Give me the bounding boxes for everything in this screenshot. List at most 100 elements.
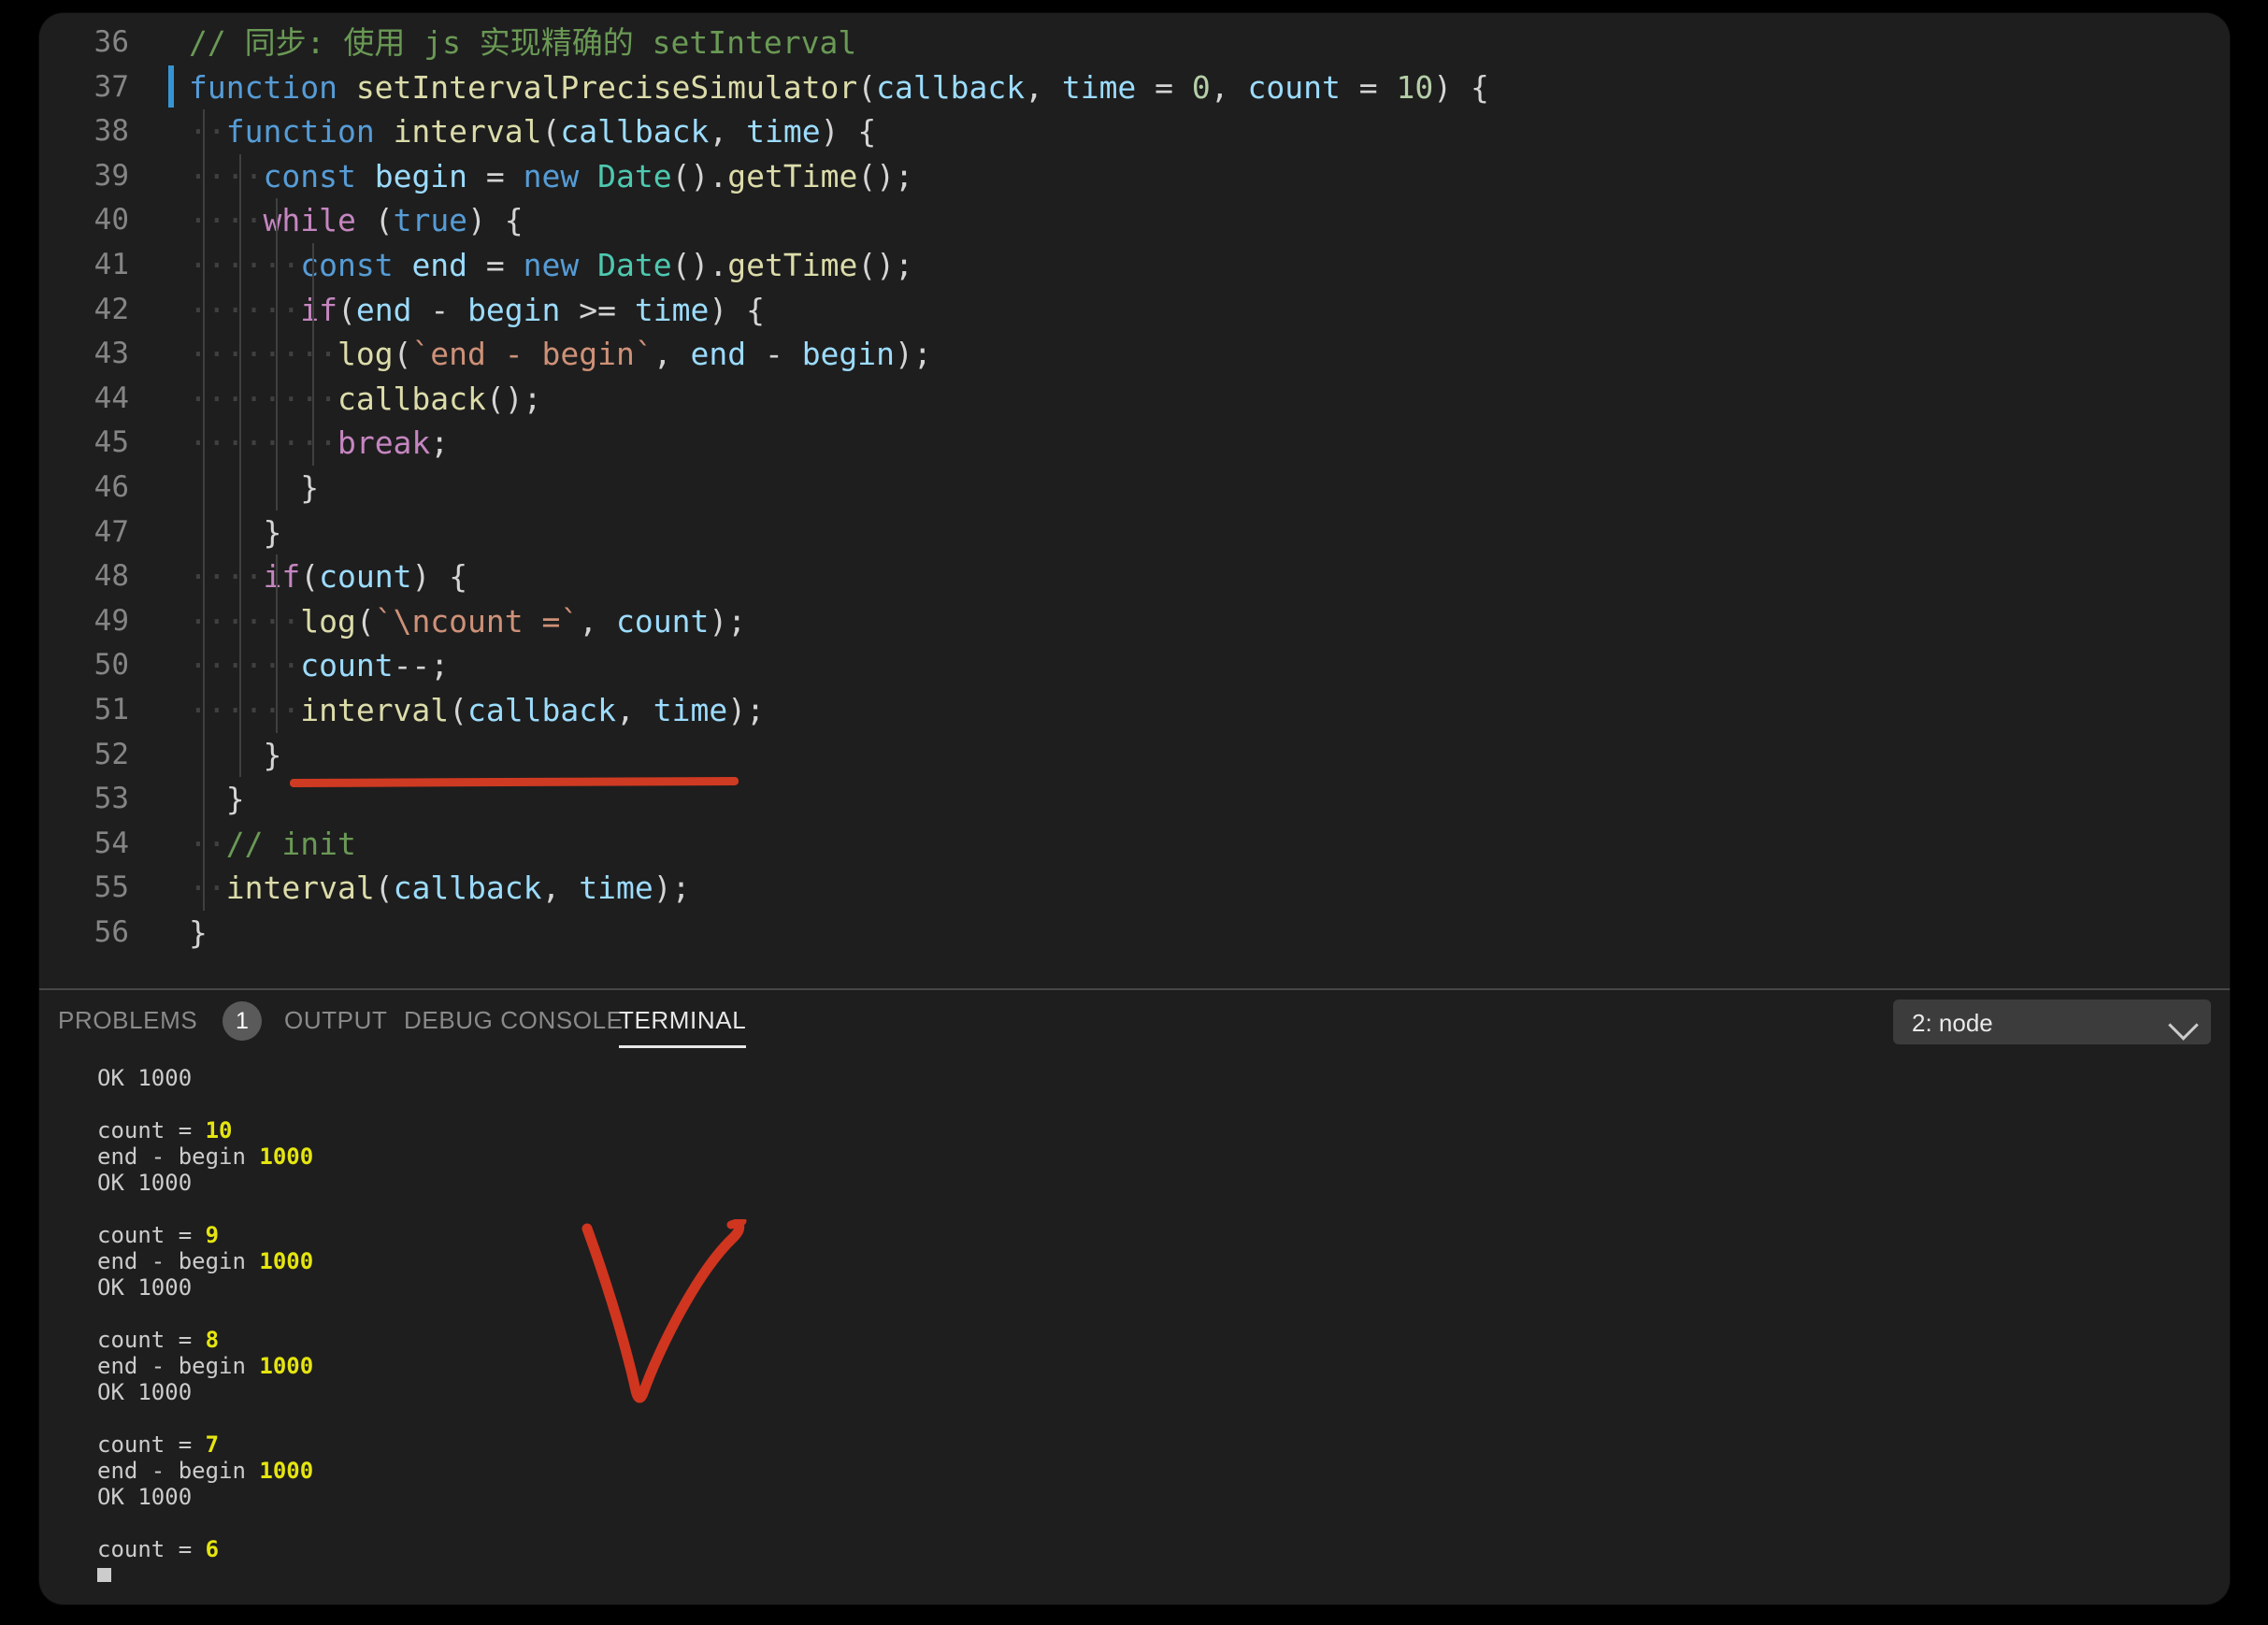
code-line[interactable]: 49 ······log(`\ncount =`, count); <box>39 599 2230 644</box>
whitespace-marker: ········ <box>189 424 337 462</box>
code-line[interactable]: 50 ······count--; <box>39 643 2230 688</box>
whitespace-marker: ···· <box>189 157 264 194</box>
line-number: 48 <box>93 559 129 594</box>
code-token: ); <box>709 602 747 640</box>
code-token: time <box>746 113 821 151</box>
code-token: count <box>300 647 394 684</box>
terminal-number: 9 <box>205 1222 220 1248</box>
code-line[interactable]: 36 // 同步: 使用 js 实现精确的 setInterval <box>39 21 2230 65</box>
whitespace-marker: ···· <box>189 558 264 596</box>
tab-output[interactable]: OUTPUT <box>284 1006 387 1035</box>
tab-terminal[interactable]: TERMINAL <box>619 1006 747 1048</box>
whitespace-marker: ········ <box>189 336 337 373</box>
code-token: = <box>467 247 524 283</box>
code-line[interactable]: 40 ····while (true) { <box>39 198 2230 243</box>
terminal-output[interactable]: OK 1000 count = 10 end - begin 1000 OK 100… <box>39 1056 2230 1604</box>
code-token: count <box>1247 68 1341 106</box>
code-line[interactable]: 55 ··interval(callback, time); <box>39 866 2230 911</box>
code-line[interactable]: 43 ········log(`end - begin`, end - begin… <box>39 332 2230 377</box>
code-line[interactable]: 46 } <box>39 466 2230 511</box>
code-token: count <box>319 558 412 596</box>
code-line[interactable]: 42 ······if(end - begin >= time) { <box>39 288 2230 333</box>
code-token: } <box>189 469 320 506</box>
code-line[interactable]: 52 } <box>39 733 2230 778</box>
terminal-line: OK 1000 <box>97 1170 2230 1196</box>
code-token: callback <box>393 870 542 907</box>
terminal-cursor <box>97 1568 111 1582</box>
line-number: 47 <box>93 514 129 549</box>
code-line[interactable]: 44 ········callback(); <box>39 377 2230 422</box>
code-token: new <box>523 157 598 194</box>
indent-guide <box>203 109 205 911</box>
terminal-number: 1000 <box>259 1353 314 1379</box>
code-token: , <box>709 113 747 151</box>
code-token: time <box>579 870 653 907</box>
code-token: (); <box>857 247 913 283</box>
problems-count-badge: 1 <box>222 1001 262 1041</box>
line-number: 38 <box>93 114 129 149</box>
code-token: count <box>616 602 710 640</box>
code-line-text: ······const end = new Date().getTime(); <box>189 243 913 288</box>
whitespace-marker: ······ <box>189 291 301 328</box>
code-token: end <box>690 336 747 373</box>
code-token: ( <box>857 68 877 106</box>
line-number: 37 <box>93 69 129 104</box>
code-token: break <box>337 424 431 462</box>
line-number: 40 <box>93 203 129 237</box>
code-token: interval <box>300 692 450 728</box>
terminal-number: 1000 <box>259 1458 314 1484</box>
code-line[interactable]: 54 ··// init <box>39 822 2230 867</box>
code-line[interactable]: 38 ··function interval(callback, time) { <box>39 109 2230 154</box>
tab-terminal-label: TERMINAL <box>619 1006 747 1034</box>
terminal-number: 10 <box>205 1117 233 1143</box>
code-line-text: function setIntervalPreciseSimulator(cal… <box>189 65 1489 110</box>
code-token: ) { <box>709 291 765 328</box>
line-number: 45 <box>93 425 129 460</box>
tab-problems-label: PROBLEMS <box>58 1006 198 1034</box>
code-line[interactable]: 51 ······interval(callback, time); <box>39 688 2230 733</box>
terminal-line: count = 8 <box>97 1327 2230 1353</box>
code-token: ); <box>727 692 765 728</box>
code-token: callback <box>560 113 710 151</box>
code-token: ( <box>541 113 561 151</box>
code-line[interactable]: 48 ····if(count) { <box>39 554 2230 599</box>
code-line[interactable]: 56} <box>39 911 2230 956</box>
terminal-line: count = 9 <box>97 1222 2230 1248</box>
tab-debug-console[interactable]: DEBUG CONSOLE <box>404 1006 624 1035</box>
terminal-text: OK 1000 <box>97 1065 193 1091</box>
panel-tab-bar: PROBLEMS 1 OUTPUT DEBUG CONSOLE TERMINAL… <box>39 990 2230 1056</box>
code-token: callback <box>467 692 616 728</box>
code-line[interactable]: 45 ········break; <box>39 421 2230 466</box>
code-line-text: } <box>189 466 319 511</box>
code-token: function <box>189 68 356 106</box>
terminal-instance-select[interactable]: 2: node <box>1893 999 2211 1044</box>
code-line-text: ······log(`\ncount =`, count); <box>189 599 746 644</box>
tab-problems[interactable]: PROBLEMS <box>58 1006 197 1035</box>
code-token: ); <box>895 336 932 373</box>
terminal-number: 8 <box>205 1327 220 1353</box>
code-token: ) { <box>411 558 468 596</box>
code-token: } <box>189 914 208 951</box>
terminal-line: count = 6 <box>97 1536 2230 1562</box>
code-token: , <box>1210 68 1248 106</box>
code-token: end <box>411 247 468 283</box>
code-editor[interactable]: 36 // 同步: 使用 js 实现精确的 setInterval 37 functi… <box>39 13 2230 988</box>
code-line[interactable]: 39 ····const begin = new Date().getTime()… <box>39 154 2230 199</box>
code-line[interactable]: 41 ······const end = new Date().getTime()… <box>39 243 2230 288</box>
code-line[interactable]: 37 function setIntervalPreciseSimulator(c… <box>39 65 2230 110</box>
code-token: = <box>1340 68 1397 106</box>
code-token: Date <box>597 157 672 194</box>
terminal-line: OK 1000 <box>97 1484 2230 1510</box>
code-line[interactable]: 47 } <box>39 511 2230 555</box>
code-token: , <box>653 336 691 373</box>
terminal-text: OK 1000 <box>97 1274 193 1301</box>
terminal-line: end - begin 1000 <box>97 1458 2230 1484</box>
code-token: - <box>746 336 802 373</box>
code-token: ( <box>449 692 468 728</box>
code-line-text: ········break; <box>189 421 449 466</box>
terminal-number: 7 <box>205 1431 220 1458</box>
line-number: 51 <box>93 693 129 726</box>
code-token: . <box>709 157 728 194</box>
